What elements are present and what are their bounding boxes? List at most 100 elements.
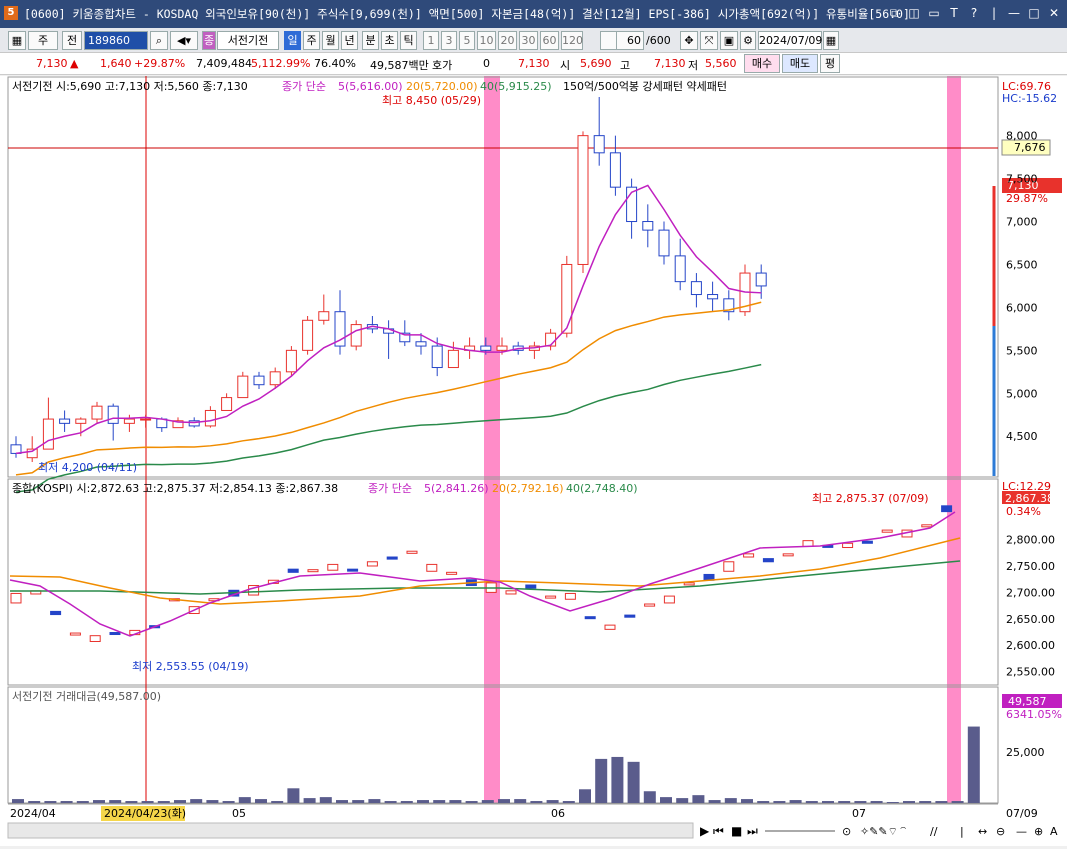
tile-icon[interactable]: ⧉ <box>885 4 903 22</box>
forward-icon[interactable]: ⏭ <box>747 824 758 838</box>
volume-bar <box>854 801 867 803</box>
volume-bar <box>789 800 802 803</box>
interval-1[interactable]: 1 <box>423 31 439 50</box>
sell-button[interactable]: 매도 <box>782 54 818 73</box>
chart-area[interactable]: 서전기전 시:5,690 고:7,130 저:5,560 종:7,130 종가 … <box>0 76 1067 846</box>
tool-icon[interactable]: ✥ <box>680 31 698 50</box>
minus-icon[interactable]: — <box>1016 825 1027 838</box>
volume-bar <box>481 800 494 803</box>
volume-bar <box>28 801 41 803</box>
hline-label: 7,676 <box>1014 141 1046 154</box>
frame-icon[interactable]: ▭ <box>925 4 943 22</box>
search-icon[interactable]: ⌕ <box>150 31 168 50</box>
link-icon[interactable]: ⤧ <box>700 31 718 50</box>
tools-icon[interactable]: ∕∕ <box>930 825 938 838</box>
period-month[interactable]: 월 <box>322 31 339 50</box>
chart-svg[interactable]: 서전기전 시:5,690 고:7,130 저:5,560 종:7,130 종가 … <box>0 76 1067 846</box>
volume-bar <box>676 798 689 803</box>
period-second[interactable]: 초 <box>381 31 398 50</box>
zoom-in-icon[interactable]: ⊕ <box>1034 825 1043 838</box>
candle-body <box>350 324 362 347</box>
volume-bar <box>546 800 559 803</box>
quote-open: 5,690 <box>580 57 612 70</box>
stop-icon[interactable]: ■ <box>731 824 742 838</box>
kospi-ma5-line <box>9 511 956 637</box>
kospi-candle <box>366 561 378 567</box>
drag-icon[interactable]: ↔ <box>978 825 987 838</box>
volume-bar <box>12 799 24 803</box>
volume-bar <box>935 801 948 803</box>
buy-button[interactable]: 매수 <box>744 54 780 73</box>
period-week[interactable]: 주 <box>303 31 320 50</box>
volume-bar <box>498 799 510 803</box>
volume-bar <box>708 800 721 803</box>
minimize-icon[interactable]: — <box>1005 4 1023 22</box>
interval-60[interactable]: 60 <box>540 31 559 50</box>
help-icon[interactable]: ? <box>965 4 983 22</box>
avg-button[interactable]: 평 <box>820 54 840 73</box>
rewind-icon[interactable]: ⏮ <box>713 824 724 838</box>
font-size-icon[interactable]: A <box>1050 825 1058 838</box>
horizontal-scrollbar[interactable] <box>7 822 694 839</box>
date-input[interactable]: 2024/07/09 <box>758 31 822 50</box>
kospi-candle <box>762 558 774 563</box>
layout-icon[interactable]: ▦ <box>8 31 26 50</box>
kospi-candle <box>842 542 854 549</box>
gear-icon[interactable]: ⚙ <box>740 31 756 50</box>
maximize-icon[interactable]: □ <box>1025 4 1043 22</box>
zoom-pct-icon[interactable]: ⊙ <box>842 825 851 838</box>
code-input[interactable]: 189860 <box>84 31 148 50</box>
candle-body <box>75 418 87 424</box>
kospi-candle <box>69 632 81 636</box>
kospi-candle <box>386 556 398 560</box>
volume-bar <box>514 799 527 803</box>
window-buttons: ⧉ ◫ ▭ T ? | — □ ✕ <box>885 4 1063 22</box>
volume-bar <box>222 801 235 803</box>
split-icon[interactable]: ◫ <box>905 4 923 22</box>
volume-bar <box>109 800 122 803</box>
price-tick: 6,000 <box>1006 301 1038 314</box>
price-tick: 7,500 <box>1006 173 1038 186</box>
volume-bar <box>741 799 753 803</box>
market-select[interactable]: 주 <box>28 31 58 50</box>
title-bar: 5 [0600] 키움종합차트 - KOSDAQ 외국인보유[90(천)] 주식… <box>0 0 1067 28</box>
interval-30[interactable]: 30 <box>519 31 538 50</box>
draw-tools-icon[interactable]: ✧✎✎⌔⌒ <box>860 825 908 838</box>
high-label: 고 <box>620 59 631 72</box>
kospi-candles <box>10 505 953 642</box>
count-input[interactable]: 60 <box>616 31 644 50</box>
kospi-tick: 2,700.00 <box>1006 586 1055 599</box>
scroll-controls[interactable]: ▶ ⏮ ■ ⏭ ⊙ ✧✎✎⌔⌒ ∕∕ | ↔ ⊖ — ⊕ A <box>700 824 1058 838</box>
volume-bar <box>724 798 737 803</box>
volume-bar <box>562 801 575 803</box>
calendar-icon[interactable]: ▦ <box>823 31 839 50</box>
candle-body <box>642 221 654 231</box>
close-icon[interactable]: ✕ <box>1045 4 1063 22</box>
volume-bar <box>125 801 138 803</box>
play-icon[interactable]: ▶ <box>700 824 710 838</box>
period-minute[interactable]: 분 <box>362 31 379 50</box>
volume-bar <box>238 797 251 803</box>
interval-20[interactable]: 20 <box>498 31 517 50</box>
period-day[interactable]: 일 <box>284 31 301 50</box>
volume-bar <box>595 758 608 803</box>
interval-5[interactable]: 5 <box>459 31 475 50</box>
toolbar: ▦ 주 전 189860 ⌕ ◀▾ 종 서전기전 일 주 월 년 분 초 틱 1… <box>0 28 1067 53</box>
speaker-icon[interactable]: ◀▾ <box>170 31 198 50</box>
interval-10[interactable]: 10 <box>477 31 496 50</box>
prev-button[interactable]: 전 <box>62 31 82 50</box>
interval-3[interactable]: 3 <box>441 31 457 50</box>
price-ma40: 40(5,915.25) <box>480 80 552 93</box>
kospi-candle <box>663 595 675 604</box>
price-panel-frame <box>7 76 999 478</box>
save-icon[interactable]: ▣ <box>720 31 738 50</box>
vol-cur-pct: 6341.05% <box>1006 708 1062 721</box>
period-tick[interactable]: 틱 <box>400 31 417 50</box>
interval-120[interactable]: 120 <box>561 31 583 50</box>
text-icon[interactable]: T <box>945 4 963 22</box>
period-year[interactable]: 년 <box>341 31 358 50</box>
candle-body <box>221 397 233 411</box>
volume-bar <box>44 801 57 803</box>
zoom-out-icon[interactable]: ⊖ <box>996 825 1005 838</box>
quote-current: 7,130 <box>518 57 550 70</box>
